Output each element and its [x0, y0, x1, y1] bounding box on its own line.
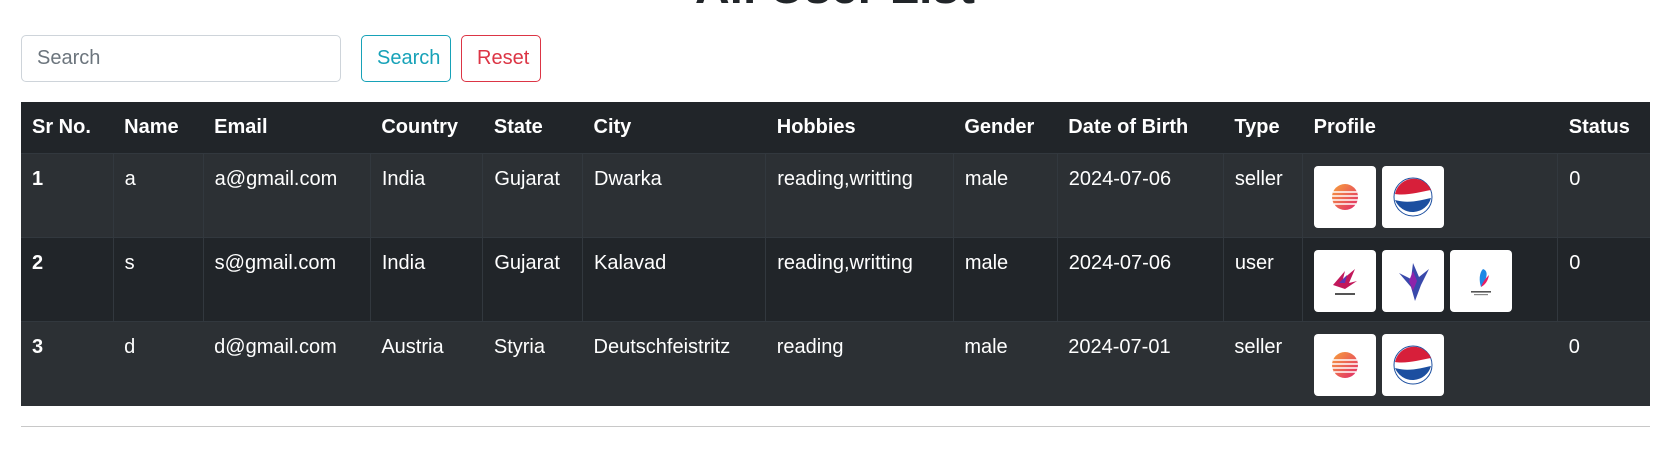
- cell-city: Dwarka: [582, 153, 767, 238]
- search-button[interactable]: Search: [361, 35, 451, 82]
- cell-email: a@gmail.com: [203, 153, 371, 238]
- search-bar: Search Reset: [21, 35, 541, 82]
- cell-sr-no: 1: [21, 153, 114, 238]
- cell-gender: male: [953, 237, 1058, 322]
- table-row: 1 a a@gmail.com India Gujarat Dwarka rea…: [21, 153, 1650, 238]
- cell-country: Austria: [370, 321, 483, 406]
- cell-state: Gujarat: [482, 153, 584, 238]
- cell-status: 0: [1557, 237, 1650, 322]
- header-city: City: [582, 102, 766, 154]
- cell-status: 0: [1557, 153, 1650, 238]
- user-table: Sr No. Name Email Country State City Hob…: [21, 102, 1650, 406]
- header-email: Email: [203, 102, 371, 154]
- header-name: Name: [113, 102, 204, 154]
- cell-type: user: [1223, 237, 1304, 322]
- cell-city: Kalavad: [582, 237, 767, 322]
- cell-name: s: [113, 237, 204, 322]
- cell-date-of-birth: 2024-07-06: [1057, 153, 1224, 238]
- cell-state: Styria: [482, 321, 583, 406]
- table-row: 3 d d@gmail.com Austria Styria Deutschfe…: [21, 321, 1650, 406]
- header-status: Status: [1557, 102, 1650, 154]
- sphere-logo-icon: [1313, 334, 1376, 396]
- cell-hobbies: reading: [765, 321, 954, 406]
- cell-country: India: [370, 237, 484, 322]
- header-hobbies: Hobbies: [765, 102, 954, 154]
- cell-sr-no: 2: [21, 237, 114, 322]
- divider: [21, 426, 1650, 427]
- bird-logo-icon: [1314, 250, 1377, 312]
- cell-email: d@gmail.com: [203, 321, 371, 406]
- cell-hobbies: reading,writting: [765, 153, 954, 238]
- cell-name: a: [113, 153, 204, 238]
- cell-hobbies: reading,writting: [765, 237, 954, 322]
- cell-status: 0: [1557, 321, 1650, 406]
- cell-sr-no: 3: [21, 321, 114, 406]
- cell-profile: [1302, 321, 1558, 406]
- pepsi-logo-icon: [1381, 334, 1444, 396]
- cell-profile: [1302, 153, 1559, 238]
- cell-profile: [1302, 237, 1559, 322]
- page-title: All User List: [0, 0, 1670, 16]
- cell-gender: male: [953, 153, 1058, 238]
- cell-date-of-birth: 2024-07-06: [1057, 237, 1224, 322]
- cell-date-of-birth: 2024-07-01: [1057, 321, 1224, 406]
- cell-gender: male: [953, 321, 1058, 406]
- header-country: Country: [370, 102, 483, 154]
- pepsi-logo-icon: [1382, 166, 1445, 228]
- cell-type: seller: [1223, 321, 1303, 406]
- header-sr-no: Sr No.: [21, 102, 114, 154]
- sphere-logo-icon: [1314, 166, 1377, 228]
- hummingbird-logo-icon: [1382, 250, 1445, 312]
- header-gender: Gender: [953, 102, 1058, 154]
- reset-button[interactable]: Reset: [461, 35, 541, 82]
- header-profile: Profile: [1302, 102, 1558, 154]
- cell-email: s@gmail.com: [203, 237, 371, 322]
- header-date-of-birth: Date of Birth: [1057, 102, 1224, 154]
- table-header-row: Sr No. Name Email Country State City Hob…: [21, 102, 1650, 154]
- cell-name: d: [113, 321, 204, 406]
- cell-country: India: [370, 153, 484, 238]
- header-state: State: [482, 102, 583, 154]
- table-row: 2 s s@gmail.com India Gujarat Kalavad re…: [21, 237, 1650, 322]
- cell-state: Gujarat: [482, 237, 584, 322]
- feather-logo-icon: [1450, 250, 1513, 312]
- header-type: Type: [1223, 102, 1303, 154]
- search-input[interactable]: [21, 35, 341, 82]
- cell-city: Deutschfeistritz: [582, 321, 766, 406]
- cell-type: seller: [1223, 153, 1304, 238]
